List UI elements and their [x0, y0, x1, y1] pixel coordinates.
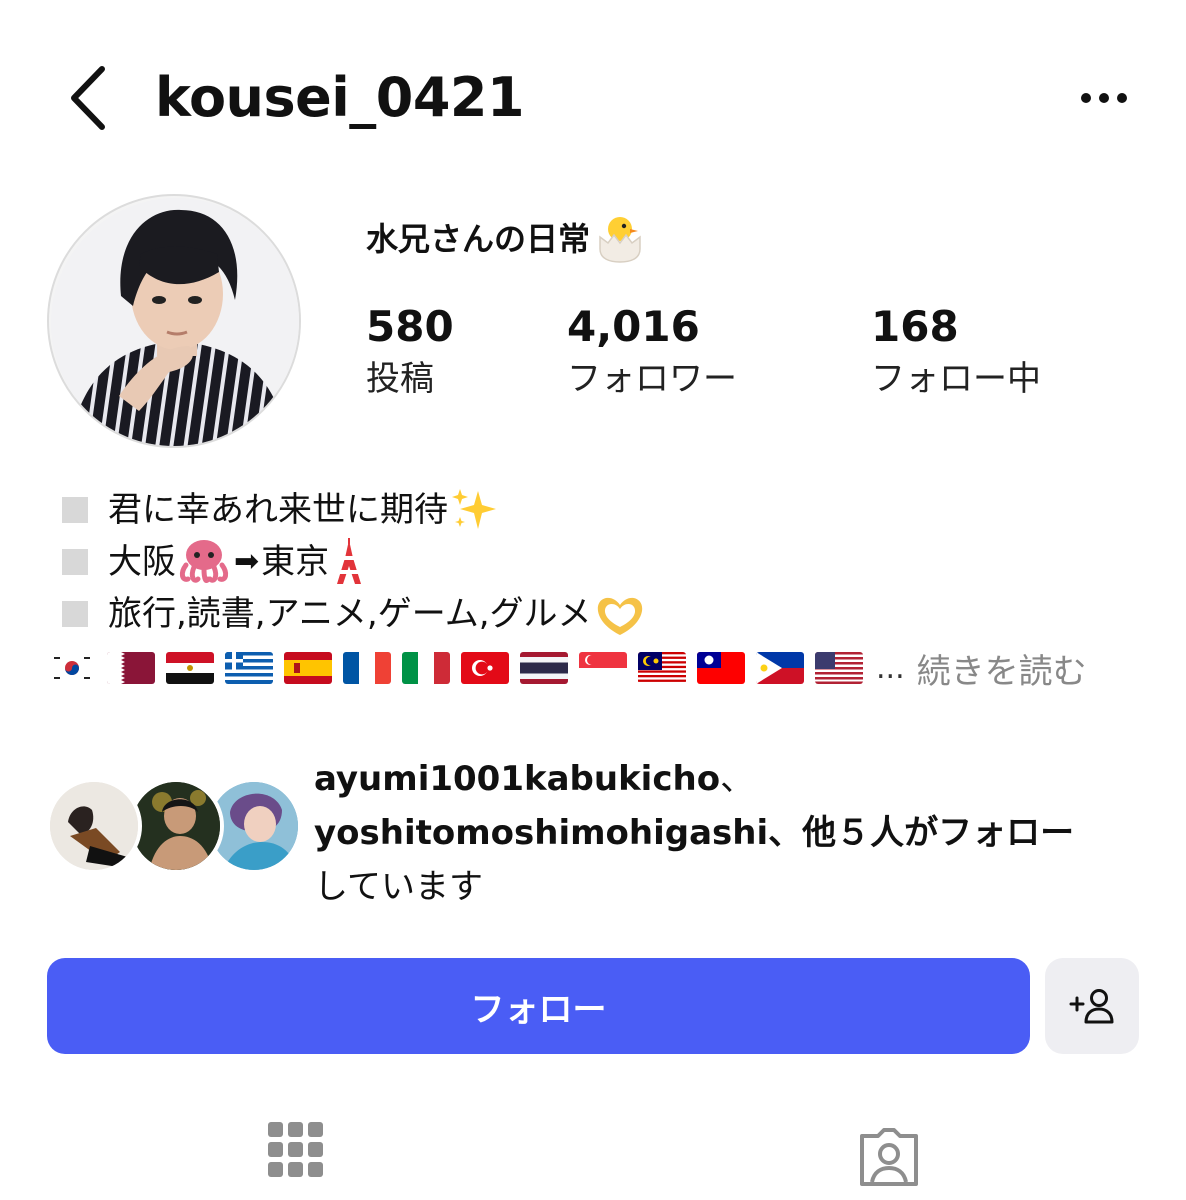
mutual-avatar — [128, 778, 224, 874]
following-count: 168 — [871, 302, 959, 351]
bio-line-text: 東京 — [261, 542, 330, 582]
follow-button[interactable]: フォロー — [47, 958, 1030, 1054]
hatching-chick-emoji — [599, 217, 641, 263]
mutual-followers[interactable]: ayumi1001kabukicho、 yoshitomoshimohigash… — [46, 752, 1146, 912]
france-flag-icon — [343, 652, 391, 684]
profile-username: kousei_0421 — [155, 66, 525, 129]
qatar-flag-icon — [107, 652, 155, 684]
tagged-person-icon — [860, 1128, 918, 1186]
more-options-button[interactable] — [1072, 78, 1136, 118]
arrow-right-glyph: ➡ — [234, 544, 260, 579]
mutual-suffix: 、他５人がフォロー — [768, 813, 1075, 853]
posts-count: 580 — [366, 302, 454, 351]
profile-bio: 君に幸あれ来世に期待 大阪 ➡ 東京 旅行,読書,アニメ,ゲーム,グルメ — [62, 484, 1142, 640]
singapore-flag-icon — [579, 652, 627, 684]
heart-hands-emoji — [597, 597, 642, 635]
display-name: 水兄さんの日常 — [366, 214, 646, 264]
octopus-emoji — [179, 540, 229, 584]
tab-posts-grid[interactable] — [256, 1122, 336, 1200]
italy-flag-icon — [402, 652, 450, 684]
bio-flags-line: ... 続きを読む — [48, 642, 1087, 694]
separator: 、 — [720, 759, 755, 799]
followers-count: 4,016 — [567, 302, 700, 351]
thailand-flag-icon — [520, 652, 568, 684]
mutual-user-2[interactable]: yoshitomoshimohigashi — [314, 813, 768, 853]
united-states-flag-icon — [815, 652, 863, 684]
mutual-followers-text: ayumi1001kabukicho、 yoshitomoshimohigash… — [314, 752, 1144, 914]
add-person-icon — [1069, 989, 1114, 1024]
bio-line-text: 君に幸あれ来世に期待 — [108, 490, 448, 530]
followers-stat[interactable]: 4,016 フォロワー — [567, 300, 737, 404]
profile-header: kousei_0421 — [0, 0, 1186, 200]
posts-stat[interactable]: 580 投稿 — [366, 300, 454, 404]
south-korea-flag-icon — [48, 652, 96, 684]
mutual-avatar-photo — [132, 782, 220, 870]
egypt-flag-icon — [166, 652, 214, 684]
mutual-avatar — [46, 778, 142, 874]
bio-line-text: 旅行,読書,アニメ,ゲーム,グルメ — [108, 594, 592, 634]
bio-line-text: 大阪 — [108, 542, 176, 582]
bullet-square-icon — [62, 601, 88, 627]
bullet-square-icon — [62, 549, 88, 575]
taiwan-flag-icon — [697, 652, 745, 684]
profile-photo — [51, 198, 299, 446]
sparkles-emoji — [452, 489, 496, 529]
posts-label: 投稿 — [366, 359, 434, 399]
spain-flag-icon — [284, 652, 332, 684]
tab-tagged[interactable] — [849, 1122, 929, 1200]
greece-flag-icon — [225, 652, 273, 684]
philippines-flag-icon — [756, 652, 804, 684]
suggested-users-button[interactable] — [1045, 958, 1139, 1054]
more-horizontal-icon — [1081, 93, 1127, 103]
read-more-link[interactable]: 続きを読む — [917, 644, 1087, 693]
back-button[interactable] — [58, 62, 118, 134]
following-label: フォロー中 — [871, 359, 1041, 399]
mutual-line-3: しています — [314, 867, 483, 907]
followers-label: フォロワー — [567, 359, 737, 399]
chevron-left-icon — [71, 66, 105, 130]
grid-icon — [268, 1122, 323, 1177]
bio-line: 大阪 ➡ 東京 — [62, 536, 1142, 588]
profile-tab-bar — [0, 1110, 1186, 1200]
following-stat[interactable]: 168 フォロー中 — [871, 300, 1041, 404]
display-name-text: 水兄さんの日常 — [366, 220, 591, 258]
bio-line: 旅行,読書,アニメ,ゲーム,グルメ — [62, 588, 1142, 640]
mutual-avatar-photo — [50, 782, 138, 870]
bio-line: 君に幸あれ来世に期待 — [62, 484, 1142, 536]
tokyo-tower-emoji — [337, 538, 362, 584]
mutual-user-1[interactable]: ayumi1001kabukicho — [314, 759, 720, 799]
bio-ellipsis: ... — [876, 650, 905, 686]
bullet-square-icon — [62, 497, 88, 523]
malaysia-flag-icon — [638, 652, 686, 684]
profile-avatar[interactable] — [47, 194, 301, 448]
turkey-flag-icon — [461, 652, 509, 684]
